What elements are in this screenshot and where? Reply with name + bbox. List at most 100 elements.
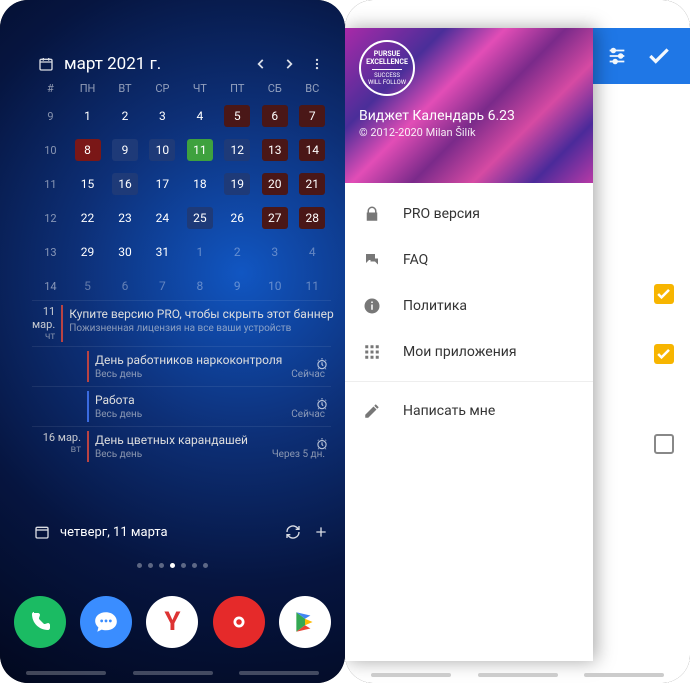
day-cell[interactable]: 1 — [69, 99, 106, 133]
day-cell[interactable]: 8 — [69, 133, 106, 167]
drawer-item-label: Написать мне — [403, 403, 495, 419]
day-cell[interactable]: 15 — [69, 167, 106, 201]
yandex-app-icon[interactable]: Y — [146, 596, 198, 648]
agenda-row[interactable]: 11 мар.чтКупите версию PRO, чтобы скрыть… — [32, 300, 331, 346]
messages-app-icon[interactable] — [80, 596, 132, 648]
day-cell[interactable]: 5 — [69, 269, 106, 303]
day-cell[interactable]: 3 — [256, 235, 293, 269]
nav-back[interactable] — [239, 671, 319, 675]
camera-app-icon[interactable] — [213, 596, 265, 648]
dow-cell: ЧТ — [181, 78, 218, 99]
day-cell[interactable]: 28 — [293, 201, 331, 235]
drawer-item-lock[interactable]: PRO версия — [345, 191, 593, 237]
drawer-item-label: PRO версия — [403, 206, 480, 222]
day-cell[interactable]: 27 — [256, 201, 293, 235]
nav-home[interactable] — [478, 673, 558, 677]
checkbox-unchecked[interactable] — [654, 434, 674, 454]
day-cell[interactable]: 22 — [69, 201, 106, 235]
calendar-widget: март 2021 г. #ПНВТСРЧТПТСБВС 91234567108… — [32, 50, 331, 303]
day-cell[interactable]: 6 — [106, 269, 143, 303]
dow-cell: ВТ — [106, 78, 143, 99]
day-cell[interactable]: 29 — [69, 235, 106, 269]
right-phone: PURSUE EXCELLENCE SUCCESS WILL FOLLOW Ви… — [345, 0, 690, 683]
alarm-icon[interactable] — [315, 397, 329, 411]
drawer-item-info[interactable]: Политика — [345, 283, 593, 329]
day-cell[interactable]: 3 — [144, 99, 181, 133]
nav-back[interactable] — [584, 673, 664, 677]
divider — [345, 381, 593, 382]
day-cell[interactable]: 7 — [144, 269, 181, 303]
week-number: 11 — [32, 167, 69, 201]
drawer-item-pen[interactable]: Написать мне — [345, 388, 593, 434]
day-cell[interactable]: 12 — [219, 133, 256, 167]
day-cell[interactable]: 11 — [293, 269, 331, 303]
day-cell[interactable]: 10 — [256, 269, 293, 303]
nav-recent[interactable] — [26, 671, 106, 675]
agenda-row[interactable]: День работников наркоконтроляВесь деньСе… — [32, 346, 331, 386]
checkbox-checked[interactable] — [654, 344, 674, 364]
day-cell[interactable]: 10 — [144, 133, 181, 167]
day-cell[interactable]: 26 — [219, 201, 256, 235]
day-cell[interactable]: 11 — [181, 133, 218, 167]
day-cell[interactable]: 25 — [181, 201, 218, 235]
prev-month-icon[interactable] — [251, 54, 271, 74]
grid-icon — [363, 343, 383, 361]
day-cell[interactable]: 5 — [219, 99, 256, 133]
day-cell[interactable]: 17 — [144, 167, 181, 201]
nav-recent[interactable] — [371, 673, 451, 677]
day-cell[interactable]: 9 — [219, 269, 256, 303]
day-cell[interactable]: 24 — [144, 201, 181, 235]
day-cell[interactable]: 23 — [106, 201, 143, 235]
dow-cell: ПТ — [219, 78, 256, 99]
agenda-date — [32, 391, 87, 422]
day-cell[interactable]: 13 — [256, 133, 293, 167]
day-cell[interactable]: 20 — [256, 167, 293, 201]
agenda-row[interactable]: 16 мар.втДень цветных карандашейВесь ден… — [32, 426, 331, 466]
confirm-check-icon[interactable] — [646, 43, 672, 69]
drawer-list: PRO версия FAQ ПолитикаМои приложения Напис… — [345, 183, 593, 442]
dow-cell: ПН — [69, 78, 106, 99]
next-month-icon[interactable] — [279, 54, 299, 74]
day-cell[interactable]: 4 — [293, 235, 331, 269]
calendar-icon[interactable] — [32, 522, 52, 542]
day-cell[interactable]: 8 — [181, 269, 218, 303]
settings-sliders-icon[interactable] — [606, 45, 628, 67]
day-cell[interactable]: 7 — [293, 99, 331, 133]
day-cell[interactable]: 18 — [181, 167, 218, 201]
alarm-icon[interactable] — [315, 357, 329, 371]
day-cell[interactable]: 21 — [293, 167, 331, 201]
day-cell[interactable]: 4 — [181, 99, 218, 133]
day-cell[interactable]: 14 — [293, 133, 331, 167]
drawer-item-grid[interactable]: Мои приложения — [345, 329, 593, 375]
refresh-icon[interactable] — [283, 522, 303, 542]
day-cell[interactable]: 9 — [106, 133, 143, 167]
footer-date[interactable]: четверг, 11 марта — [60, 525, 275, 540]
month-title[interactable]: март 2021 г. — [64, 54, 243, 74]
playstore-app-icon[interactable] — [279, 596, 331, 648]
drawer-item-label: FAQ — [403, 252, 428, 268]
calendar-icon[interactable] — [36, 54, 56, 74]
app-copyright: © 2012-2020 Milan Šilík — [359, 126, 579, 139]
nav-drawer: PURSUE EXCELLENCE SUCCESS WILL FOLLOW Ви… — [345, 28, 593, 661]
day-cell[interactable]: 16 — [106, 167, 143, 201]
app-name: Виджет Календарь 6.23 — [359, 108, 579, 124]
day-cell[interactable]: 31 — [144, 235, 181, 269]
faq-icon — [363, 251, 383, 269]
week-number: 10 — [32, 133, 69, 167]
day-cell[interactable]: 2 — [106, 99, 143, 133]
more-icon[interactable] — [307, 54, 327, 74]
phone-app-icon[interactable] — [14, 596, 66, 648]
add-icon[interactable] — [311, 522, 331, 542]
day-cell[interactable]: 2 — [219, 235, 256, 269]
agenda-row[interactable]: РаботаВесь деньСейчас — [32, 386, 331, 426]
day-cell[interactable]: 1 — [181, 235, 218, 269]
alarm-icon[interactable] — [315, 437, 329, 451]
agenda-date: 16 мар.вт — [32, 431, 87, 462]
day-cell[interactable]: 6 — [256, 99, 293, 133]
dow-cell: СР — [144, 78, 181, 99]
checkbox-checked[interactable] — [654, 284, 674, 304]
day-cell[interactable]: 19 — [219, 167, 256, 201]
day-cell[interactable]: 30 — [106, 235, 143, 269]
nav-home[interactable] — [133, 671, 213, 675]
drawer-item-faq[interactable]: FAQ — [345, 237, 593, 283]
